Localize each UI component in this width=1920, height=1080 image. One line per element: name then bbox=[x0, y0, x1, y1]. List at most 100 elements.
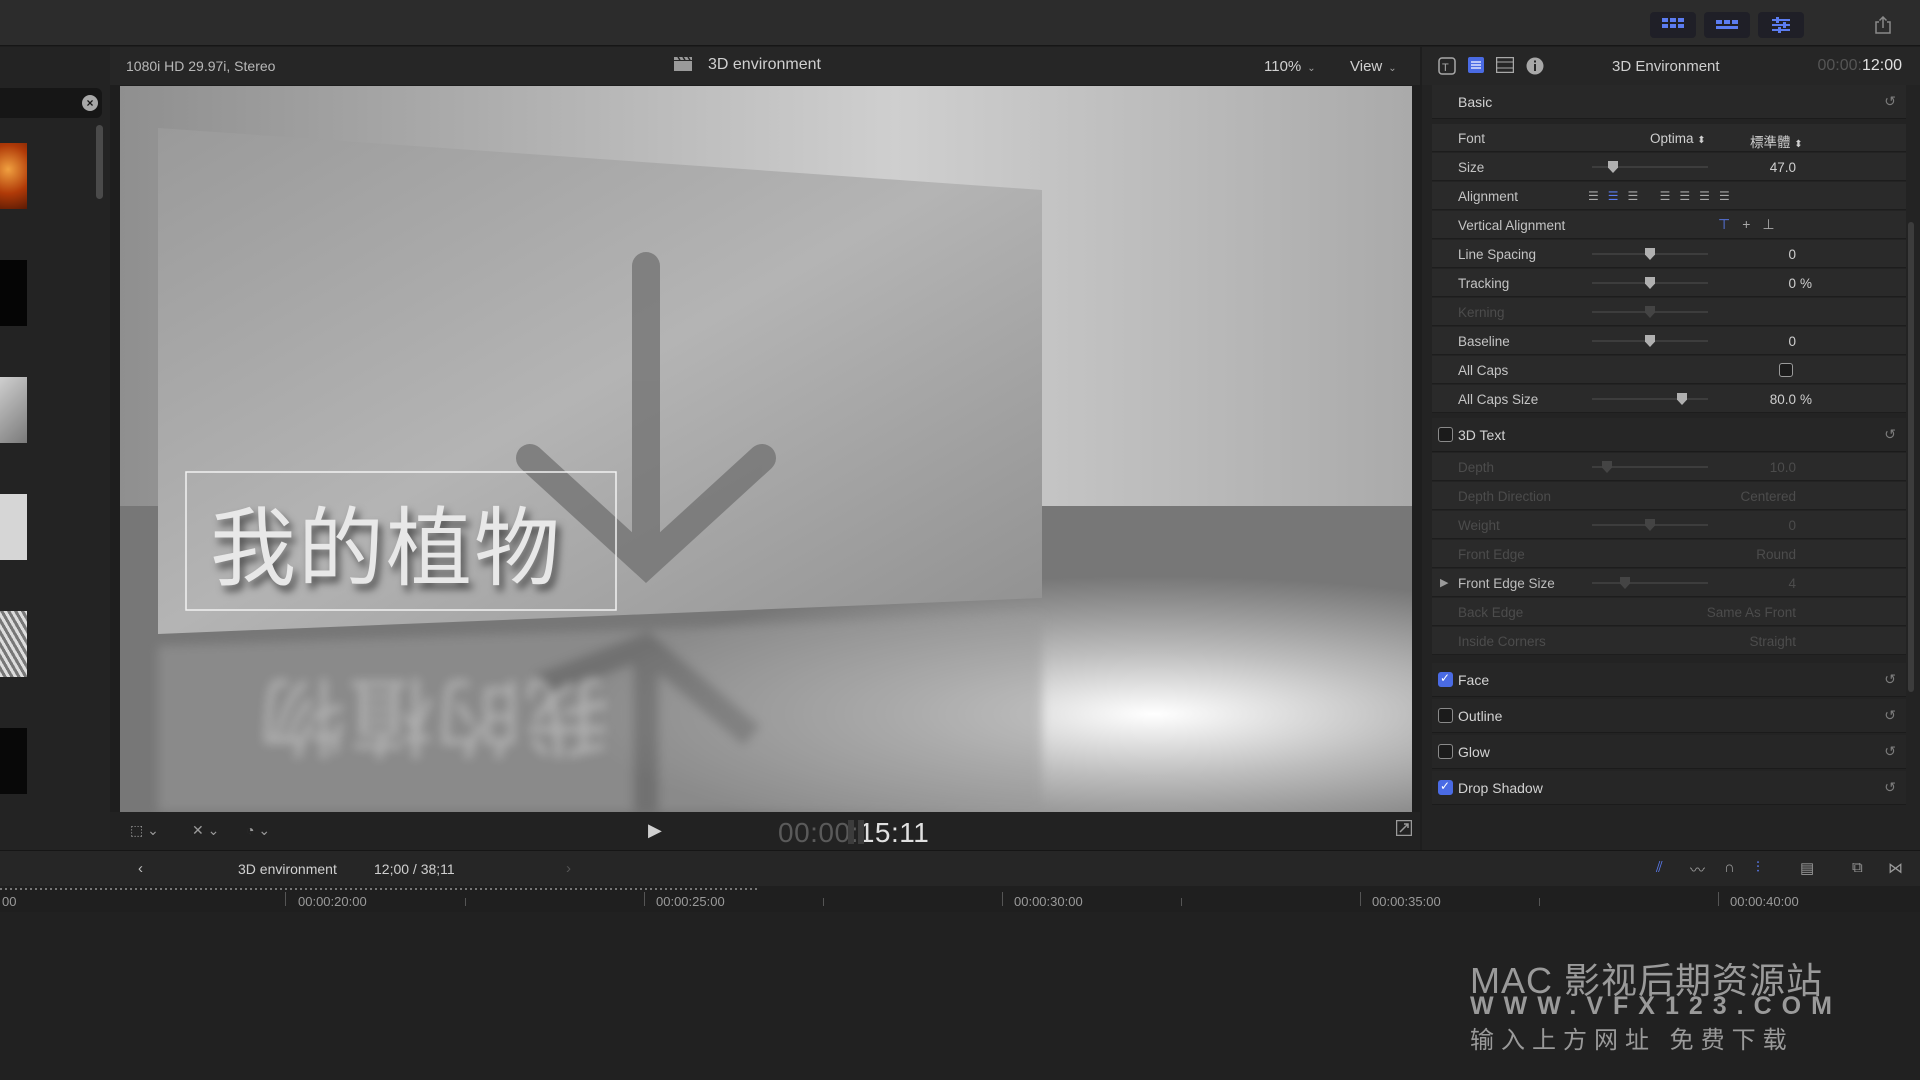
ruler-label: 00:00:25:00 bbox=[656, 894, 725, 909]
inspector-title: 3D Environment bbox=[1612, 58, 1720, 75]
slider-knob bbox=[1645, 306, 1655, 318]
tracking-slider[interactable] bbox=[1592, 277, 1708, 289]
line-spacing-slider[interactable] bbox=[1592, 248, 1708, 260]
view-menu[interactable]: View ⌄ bbox=[1350, 58, 1397, 75]
align-center-icon[interactable]: ☰ bbox=[1608, 189, 1628, 203]
all-caps-size-value[interactable]: 80.0 bbox=[1770, 392, 1796, 407]
basic-section-header[interactable]: Basic ↺ bbox=[1432, 85, 1906, 119]
font-family-value: Optima bbox=[1650, 131, 1694, 146]
3d-text-section-header[interactable]: 3D Text ↺ bbox=[1432, 418, 1906, 452]
line-spacing-value[interactable]: 0 bbox=[1788, 247, 1796, 262]
drop-shadow-section-header[interactable]: Drop Shadow ↺ bbox=[1432, 771, 1906, 805]
vertical-alignment-buttons[interactable]: ⊤+⊥ bbox=[1718, 216, 1787, 233]
kerning-row: Kerning bbox=[1432, 298, 1906, 326]
share-icon[interactable] bbox=[1860, 12, 1906, 38]
reset-icon[interactable]: ↺ bbox=[1884, 426, 1896, 443]
title-inspector-tab-icon[interactable]: T bbox=[1438, 57, 1456, 80]
info-inspector-tab-icon[interactable] bbox=[1526, 57, 1544, 80]
snapping-icon[interactable]: ⫶ bbox=[1756, 859, 1760, 876]
valign-top-icon[interactable]: ⊤ bbox=[1718, 216, 1742, 232]
transitions-browser-icon[interactable]: ⋈ bbox=[1888, 859, 1903, 877]
justify-full-icon[interactable]: ☰ bbox=[1719, 189, 1739, 203]
speed-menu-icon[interactable]: ◔ ⌄ bbox=[246, 822, 270, 839]
justify-center-icon[interactable]: ☰ bbox=[1679, 189, 1699, 203]
clip-appearance-icon[interactable]: ▤ bbox=[1800, 859, 1814, 877]
clip-thumbnail-gray[interactable] bbox=[0, 377, 27, 443]
outline-checkbox[interactable] bbox=[1438, 708, 1453, 723]
reset-icon[interactable]: ↺ bbox=[1884, 779, 1896, 796]
ruler-label: 00:00:40:00 bbox=[1730, 894, 1799, 909]
reset-icon[interactable]: ↺ bbox=[1884, 707, 1896, 724]
baseline-label: Baseline bbox=[1458, 334, 1510, 349]
fullscreen-icon[interactable] bbox=[1395, 819, 1413, 839]
clear-search-icon[interactable]: × bbox=[82, 95, 98, 111]
alignment-label: Alignment bbox=[1458, 189, 1519, 204]
baseline-slider[interactable] bbox=[1592, 335, 1708, 347]
viewer-canvas[interactable]: 我的植物 我的植物 bbox=[120, 86, 1412, 812]
back-arrow-icon[interactable]: ‹ bbox=[138, 860, 143, 877]
align-right-icon[interactable]: ☰ bbox=[1628, 189, 1648, 203]
face-checkbox[interactable] bbox=[1438, 671, 1453, 687]
basic-section-label: Basic bbox=[1458, 94, 1493, 110]
slider-knob[interactable] bbox=[1645, 248, 1655, 260]
baseline-value[interactable]: 0 bbox=[1788, 334, 1796, 349]
alignment-buttons[interactable]: ☰☰☰ ☰☰☰☰ bbox=[1588, 189, 1739, 203]
forward-arrow-icon[interactable]: › bbox=[566, 860, 571, 877]
headphones-icon[interactable]: ∩ bbox=[1724, 859, 1735, 876]
skimming-icon[interactable]: ⫽ bbox=[1656, 859, 1663, 876]
effects-browser-icon[interactable]: ⧉ bbox=[1852, 859, 1863, 876]
slider-knob[interactable] bbox=[1645, 335, 1655, 347]
reset-icon[interactable]: ↺ bbox=[1884, 743, 1896, 760]
timeline-toggle-icon[interactable] bbox=[1704, 12, 1750, 38]
title-text[interactable]: 我的植物 bbox=[210, 478, 562, 603]
play-icon[interactable]: ▶ bbox=[648, 820, 662, 841]
align-left-icon[interactable]: ☰ bbox=[1588, 189, 1608, 203]
slider-knob[interactable] bbox=[1677, 393, 1687, 405]
valign-bottom-icon[interactable]: ⊥ bbox=[1762, 216, 1786, 232]
font-family-popup[interactable]: Optima ⬍ bbox=[1650, 131, 1706, 146]
text-inspector-tab-icon[interactable] bbox=[1468, 57, 1484, 78]
clip-thumbnail-light[interactable] bbox=[0, 494, 27, 560]
alignment-row: Alignment ☰☰☰ ☰☰☰☰ bbox=[1432, 182, 1906, 210]
valign-middle-icon[interactable]: + bbox=[1742, 216, 1762, 232]
reset-icon[interactable]: ↺ bbox=[1884, 93, 1896, 110]
inspector-toggle-icon[interactable] bbox=[1758, 12, 1804, 38]
audio-skimming-icon[interactable]: 〰 bbox=[1690, 859, 1705, 880]
zoom-menu[interactable]: 110% ⌄ bbox=[1264, 58, 1316, 75]
transform-menu-icon[interactable]: ⬚ ⌄ bbox=[130, 822, 159, 839]
face-section-header[interactable]: Face ↺ bbox=[1432, 663, 1906, 697]
video-inspector-tab-icon[interactable] bbox=[1495, 56, 1515, 78]
tracking-value[interactable]: 0 bbox=[1788, 276, 1796, 291]
reset-icon[interactable]: ↺ bbox=[1884, 671, 1896, 688]
clip-thumbnail-fire[interactable] bbox=[0, 143, 27, 209]
depth-row: Depth 10.0 bbox=[1432, 453, 1906, 481]
justify-left-icon[interactable]: ☰ bbox=[1660, 189, 1680, 203]
size-slider[interactable] bbox=[1592, 161, 1708, 173]
size-value[interactable]: 47.0 bbox=[1770, 160, 1796, 175]
sidebar-scrollbar[interactable] bbox=[96, 125, 103, 199]
all-caps-checkbox[interactable] bbox=[1779, 363, 1793, 377]
drop-shadow-checkbox[interactable] bbox=[1438, 779, 1453, 795]
audio-meter-icon bbox=[848, 820, 864, 844]
all-caps-size-slider[interactable] bbox=[1592, 393, 1708, 405]
browser-toggle-icon[interactable] bbox=[1650, 12, 1696, 38]
outline-label: Outline bbox=[1458, 708, 1503, 724]
inspector-scrollbar[interactable] bbox=[1908, 222, 1914, 692]
search-field[interactable]: × bbox=[0, 88, 102, 118]
clip-thumbnail-black[interactable] bbox=[0, 260, 27, 326]
glow-checkbox[interactable] bbox=[1438, 744, 1453, 759]
slider-knob[interactable] bbox=[1645, 277, 1655, 289]
stepper-icon: ⬍ bbox=[1794, 139, 1803, 150]
format-info: 1080i HD 29.97i, Stereo bbox=[126, 58, 276, 74]
outline-section-header[interactable]: Outline ↺ bbox=[1432, 699, 1906, 733]
justify-right-icon[interactable]: ☰ bbox=[1699, 189, 1719, 203]
disclosure-triangle-icon[interactable]: ▶ bbox=[1440, 576, 1448, 589]
glow-section-header[interactable]: Glow ↺ bbox=[1432, 735, 1906, 769]
timeline-ruler[interactable]: 00 00:00:20:00 00:00:25:00 00:00:30:00 0… bbox=[0, 886, 1920, 912]
font-style-popup[interactable]: 標準體 ⬍ bbox=[1750, 131, 1803, 151]
3d-text-checkbox[interactable] bbox=[1438, 427, 1453, 442]
crop-menu-icon[interactable]: ✕ ⌄ bbox=[192, 822, 219, 839]
slider-knob[interactable] bbox=[1608, 161, 1618, 173]
clip-thumbnail-dark[interactable] bbox=[0, 728, 27, 794]
clip-thumbnail-rays[interactable] bbox=[0, 611, 27, 677]
